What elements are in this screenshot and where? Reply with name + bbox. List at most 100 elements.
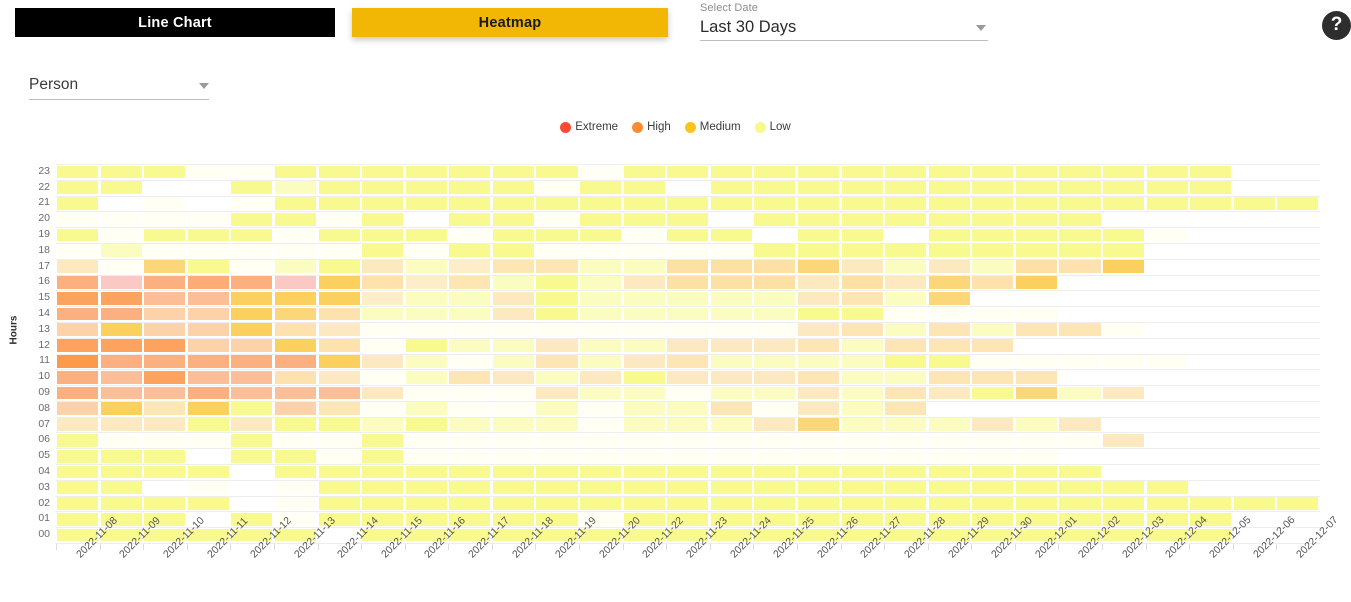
heatmap-cell[interactable]: [1015, 481, 1057, 495]
heatmap-cell[interactable]: [492, 355, 534, 368]
heatmap-cell[interactable]: [1059, 323, 1101, 337]
heatmap-cell[interactable]: [144, 402, 186, 416]
heatmap-cell[interactable]: [318, 165, 360, 179]
heatmap-cell[interactable]: [536, 197, 578, 210]
heatmap-cell[interactable]: [1103, 386, 1145, 400]
heatmap-cell[interactable]: [754, 449, 796, 463]
heatmap-cell[interactable]: [318, 276, 360, 289]
heatmap-cell[interactable]: [841, 244, 883, 258]
heatmap-cell[interactable]: [492, 370, 534, 384]
heatmap-cell[interactable]: [492, 497, 534, 510]
heatmap-cell[interactable]: [580, 307, 622, 321]
heatmap-cell[interactable]: [797, 276, 840, 289]
heatmap-cell[interactable]: [318, 181, 360, 195]
heatmap-cell[interactable]: [536, 307, 578, 321]
heatmap-cell[interactable]: [318, 260, 360, 274]
heatmap-cell[interactable]: [580, 481, 622, 495]
heatmap-cell[interactable]: [362, 418, 404, 431]
heatmap-cell[interactable]: [449, 497, 491, 510]
heatmap-cell[interactable]: [536, 212, 578, 226]
heatmap-cell[interactable]: [667, 165, 709, 179]
heatmap-cell[interactable]: [231, 181, 273, 195]
heatmap-cell[interactable]: [1015, 386, 1057, 400]
heatmap-cell[interactable]: [449, 291, 491, 305]
heatmap-cell[interactable]: [231, 449, 273, 463]
heatmap-cell[interactable]: [57, 497, 99, 510]
heatmap-cell[interactable]: [623, 323, 665, 337]
heatmap-cell[interactable]: [928, 465, 970, 479]
heatmap-cell[interactable]: [492, 181, 534, 195]
heatmap-cell[interactable]: [449, 165, 491, 179]
heatmap-cell[interactable]: [885, 212, 927, 226]
heatmap-cell[interactable]: [405, 197, 447, 210]
heatmap-cell[interactable]: [1059, 212, 1101, 226]
heatmap-cell[interactable]: [623, 402, 665, 416]
heatmap-cell[interactable]: [754, 244, 796, 258]
heatmap-cell[interactable]: [231, 402, 273, 416]
heatmap-cell[interactable]: [449, 418, 491, 431]
heatmap-cell[interactable]: [362, 197, 404, 210]
heatmap-cell[interactable]: [667, 481, 709, 495]
heatmap-cell[interactable]: [144, 276, 186, 289]
heatmap-cell[interactable]: [144, 481, 186, 495]
heatmap-cell[interactable]: [841, 291, 883, 305]
heatmap-cell[interactable]: [623, 307, 665, 321]
heatmap-cell[interactable]: [710, 370, 752, 384]
heatmap-cell[interactable]: [1059, 181, 1101, 195]
heatmap-cell[interactable]: [1059, 197, 1101, 210]
heatmap-cell[interactable]: [797, 197, 840, 210]
heatmap-cell[interactable]: [318, 449, 360, 463]
heatmap-cell[interactable]: [885, 386, 927, 400]
heatmap-cell[interactable]: [580, 291, 622, 305]
heatmap-cell[interactable]: [231, 370, 273, 384]
heatmap-cell[interactable]: [492, 276, 534, 289]
heatmap-cell[interactable]: [1015, 244, 1057, 258]
heatmap-cell[interactable]: [885, 165, 927, 179]
heatmap-cell[interactable]: [144, 386, 186, 400]
heatmap-cell[interactable]: [492, 449, 534, 463]
heatmap-cell[interactable]: [1103, 165, 1145, 179]
heatmap-cell[interactable]: [274, 497, 316, 510]
heatmap-cell[interactable]: [231, 276, 273, 289]
heatmap-cell[interactable]: [710, 339, 752, 352]
heatmap-cell[interactable]: [841, 497, 883, 510]
heatmap-cell[interactable]: [623, 181, 665, 195]
heatmap-cell[interactable]: [797, 212, 840, 226]
heatmap-cell[interactable]: [449, 323, 491, 337]
heatmap-cell[interactable]: [710, 418, 752, 431]
heatmap-cell[interactable]: [274, 418, 316, 431]
heatmap-cell[interactable]: [449, 339, 491, 352]
heatmap-cell[interactable]: [536, 181, 578, 195]
heatmap-cell[interactable]: [318, 465, 360, 479]
heatmap-cell[interactable]: [536, 355, 578, 368]
heatmap-cell[interactable]: [928, 181, 970, 195]
heatmap-cell[interactable]: [667, 386, 709, 400]
heatmap-cell[interactable]: [57, 165, 99, 179]
heatmap-cell[interactable]: [754, 386, 796, 400]
heatmap-cell[interactable]: [1190, 165, 1232, 179]
heatmap-cell[interactable]: [492, 197, 534, 210]
heatmap-cell[interactable]: [797, 228, 840, 242]
heatmap-cell[interactable]: [187, 433, 229, 447]
heatmap-cell[interactable]: [405, 433, 447, 447]
heatmap-cell[interactable]: [580, 181, 622, 195]
heatmap-cell[interactable]: [231, 307, 273, 321]
heatmap-cell[interactable]: [1015, 497, 1057, 510]
heatmap-cell[interactable]: [710, 165, 752, 179]
heatmap-cell[interactable]: [274, 449, 316, 463]
heatmap-cell[interactable]: [100, 165, 142, 179]
heatmap-cell[interactable]: [972, 481, 1014, 495]
heatmap-cell[interactable]: [492, 481, 534, 495]
heatmap-cell[interactable]: [405, 370, 447, 384]
heatmap-cell[interactable]: [885, 307, 927, 321]
heatmap-cell[interactable]: [231, 465, 273, 479]
heatmap-cell[interactable]: [1103, 197, 1145, 210]
heatmap-cell[interactable]: [1059, 228, 1101, 242]
heatmap-cell[interactable]: [972, 355, 1014, 368]
heatmap-cell[interactable]: [972, 465, 1014, 479]
heatmap-cell[interactable]: [536, 418, 578, 431]
heatmap-cell[interactable]: [405, 386, 447, 400]
heatmap-cell[interactable]: [797, 449, 840, 463]
heatmap-cell[interactable]: [144, 339, 186, 352]
heatmap-cell[interactable]: [492, 339, 534, 352]
